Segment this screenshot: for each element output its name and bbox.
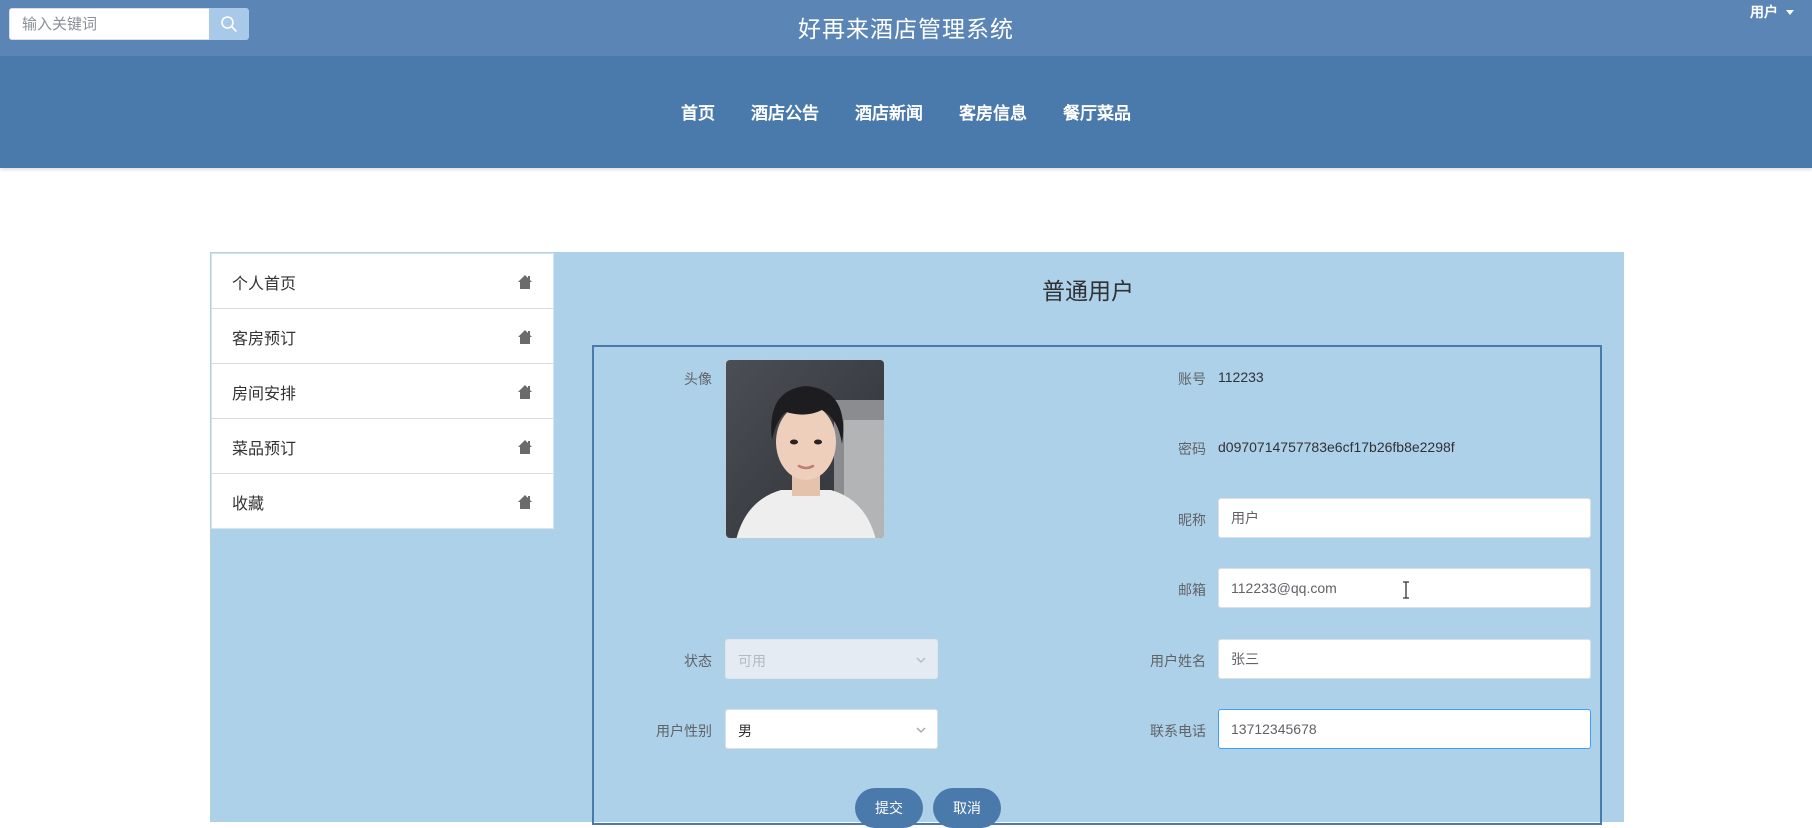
user-menu-label: 用户 bbox=[1750, 4, 1778, 20]
avatar-label: 头像 bbox=[684, 371, 712, 387]
sidebar-item-room-arrangement[interactable]: 房间安排 bbox=[212, 364, 553, 419]
sidebar-item-favorites[interactable]: 收藏 bbox=[212, 474, 553, 528]
sidebar-item-personal-home[interactable]: 个人首页 bbox=[212, 254, 553, 309]
sidebar-item-label: 客房预订 bbox=[232, 331, 297, 348]
email-label: 邮箱 bbox=[1178, 582, 1206, 598]
chevron-down-icon bbox=[916, 657, 926, 663]
chevron-down-icon bbox=[916, 727, 926, 733]
gender-label: 用户性别 bbox=[656, 723, 712, 739]
main-nav: 首页 酒店公告 酒店新闻 客房信息 餐厅菜品 bbox=[0, 56, 1812, 168]
phone-input[interactable] bbox=[1218, 709, 1591, 749]
nav-item-hotel-notice[interactable]: 酒店公告 bbox=[751, 56, 819, 172]
avatar-image bbox=[726, 360, 884, 538]
home-icon bbox=[518, 440, 532, 454]
gender-select[interactable]: 男 bbox=[725, 709, 938, 749]
nav-item-restaurant-dishes[interactable]: 餐厅菜品 bbox=[1063, 56, 1131, 172]
nav-item-room-info[interactable]: 客房信息 bbox=[959, 56, 1027, 172]
sidebar-item-label: 菜品预订 bbox=[232, 441, 297, 458]
cancel-button[interactable]: 取消 bbox=[933, 788, 1001, 828]
user-menu[interactable]: 用户 bbox=[1750, 2, 1794, 22]
page-title: 普通用户 bbox=[1042, 278, 1134, 304]
sidebar-item-dish-booking[interactable]: 菜品预订 bbox=[212, 419, 553, 474]
account-label: 账号 bbox=[1178, 371, 1206, 387]
status-label: 状态 bbox=[684, 653, 712, 669]
nickname-label: 昵称 bbox=[1178, 512, 1206, 528]
home-icon bbox=[518, 330, 532, 344]
text-cursor-icon bbox=[1403, 581, 1409, 599]
home-icon bbox=[518, 495, 532, 509]
site-title: 好再来酒店管理系统 bbox=[798, 16, 1014, 42]
sidebar-item-label: 房间安排 bbox=[232, 386, 297, 403]
password-value: d0970714757783e6cf17b26fb8e2298f bbox=[1218, 439, 1455, 455]
nav-item-home[interactable]: 首页 bbox=[681, 56, 715, 172]
sidebar-item-label: 收藏 bbox=[232, 496, 265, 513]
password-label: 密码 bbox=[1178, 441, 1206, 457]
account-value: 112233 bbox=[1218, 369, 1264, 385]
nickname-input[interactable] bbox=[1218, 498, 1591, 538]
sidebar-item-room-booking[interactable]: 客房预订 bbox=[212, 309, 553, 364]
realname-input[interactable] bbox=[1218, 639, 1591, 679]
home-icon bbox=[518, 385, 532, 399]
avatar-upload[interactable] bbox=[725, 359, 885, 539]
caret-down-icon bbox=[1786, 9, 1794, 15]
phone-label: 联系电话 bbox=[1150, 723, 1206, 739]
submit-button[interactable]: 提交 bbox=[855, 788, 923, 828]
gender-select-value: 男 bbox=[738, 723, 752, 739]
top-bar: 好再来酒店管理系统 用户 bbox=[0, 0, 1812, 56]
sidebar-item-label: 个人首页 bbox=[232, 276, 297, 293]
status-select: 可用 bbox=[725, 639, 938, 679]
sidebar-menu: 个人首页 客房预订 房间安排 菜品预订 收藏 bbox=[211, 253, 554, 529]
realname-label: 用户姓名 bbox=[1150, 653, 1206, 669]
home-icon bbox=[518, 275, 532, 289]
status-select-value: 可用 bbox=[738, 653, 766, 669]
nav-item-hotel-news[interactable]: 酒店新闻 bbox=[855, 56, 923, 172]
